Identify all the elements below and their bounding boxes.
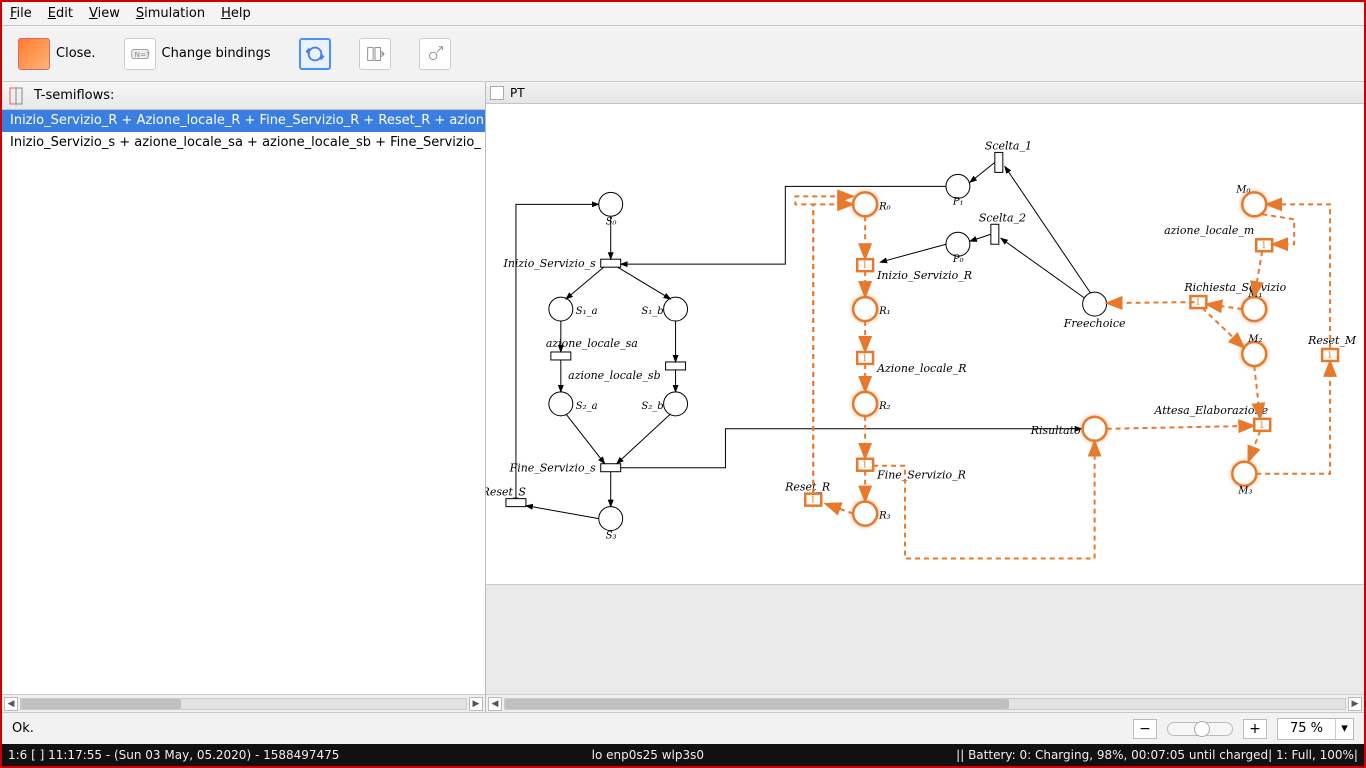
scroll-thumb[interactable] xyxy=(505,699,1009,709)
zoom-slider[interactable] xyxy=(1167,722,1233,736)
svg-text:N=?: N=? xyxy=(134,49,150,58)
svg-text:1: 1 xyxy=(810,495,815,506)
close-icon xyxy=(18,38,50,70)
status-bar: Ok. − + 75 % ▾ xyxy=(2,712,1364,744)
svg-text:M₃: M₃ xyxy=(1237,486,1252,497)
zoom-value: 75 % xyxy=(1278,721,1335,736)
scroll-track[interactable] xyxy=(20,698,467,710)
zoom-controls: − + 75 % ▾ xyxy=(1133,718,1354,740)
canvas-filler xyxy=(486,584,1364,694)
svg-text:R₀: R₀ xyxy=(878,201,891,212)
svg-text:P₀: P₀ xyxy=(952,254,964,265)
svg-text:azione_locale_m: azione_locale_m xyxy=(1164,224,1254,237)
semiflow-list[interactable]: Inizio_Servizio_R + Azione_locale_R + Fi… xyxy=(2,110,485,694)
svg-text:Inizio_Servizio_R: Inizio_Servizio_R xyxy=(876,269,972,282)
menubar: File Edit View Simulation Help xyxy=(2,2,1364,26)
toolbar: Close. N=? Change bindings xyxy=(2,26,1364,82)
left-panel-header: T-semiflows: xyxy=(2,82,485,110)
svg-text:1: 1 xyxy=(1327,350,1332,361)
svg-text:M₀: M₀ xyxy=(1235,184,1250,195)
svg-text:1: 1 xyxy=(1195,297,1200,308)
list-item[interactable]: Inizio_Servizio_R + Azione_locale_R + Fi… xyxy=(2,110,485,132)
canvas-header: PT xyxy=(486,82,1364,104)
step-button[interactable] xyxy=(353,34,397,74)
svg-text:1: 1 xyxy=(1261,240,1266,251)
svg-text:Reset_R: Reset_R xyxy=(784,481,830,494)
change-bindings-label: Change bindings xyxy=(162,46,271,61)
svg-text:S₂_a: S₂_a xyxy=(576,401,598,412)
step-icon xyxy=(359,38,391,70)
canvas-title: PT xyxy=(510,86,525,100)
petri-canvas[interactable]: S₀ Inizio_Servizio_s S₁_a S₁_b azione_lo… xyxy=(486,104,1364,584)
left-panel-title: T-semiflows: xyxy=(34,88,114,103)
svg-text:R₂: R₂ xyxy=(878,401,891,412)
svg-text:azione_locale_sb: azione_locale_sb xyxy=(568,369,660,382)
svg-text:R₃: R₃ xyxy=(878,511,891,522)
svg-text:1: 1 xyxy=(862,353,867,364)
left-h-scrollbar[interactable]: ◀ ▶ xyxy=(2,694,485,712)
svg-text:Scelta_2: Scelta_2 xyxy=(979,211,1026,224)
svg-text:Richiesta_Servizio: Richiesta_Servizio xyxy=(1183,281,1286,294)
main: T-semiflows: Inizio_Servizio_R + Azione_… xyxy=(2,82,1364,712)
tool-icon xyxy=(419,38,451,70)
doc-icon xyxy=(490,86,504,100)
taskbar-center: lo enp0s25 wlp3s0 xyxy=(592,748,704,762)
svg-text:M₂: M₂ xyxy=(1247,334,1262,345)
svg-text:1: 1 xyxy=(1259,420,1264,431)
scroll-thumb[interactable] xyxy=(21,699,181,709)
status-text: Ok. xyxy=(12,721,34,736)
svg-text:Azione_locale_R: Azione_locale_R xyxy=(876,362,966,375)
svg-text:azione_locale_sa: azione_locale_sa xyxy=(546,337,638,350)
restart-icon xyxy=(299,38,331,70)
scroll-right-icon[interactable]: ▶ xyxy=(469,697,483,711)
close-label: Close. xyxy=(56,46,96,61)
svg-text:1: 1 xyxy=(862,260,867,271)
scroll-left-icon[interactable]: ◀ xyxy=(488,697,502,711)
menu-view[interactable]: View xyxy=(81,3,128,24)
svg-text:Attesa_Elaborazione: Attesa_Elaborazione xyxy=(1153,404,1268,417)
svg-text:Scelta_1: Scelta_1 xyxy=(985,139,1032,152)
svg-text:Freechoice: Freechoice xyxy=(1063,317,1126,330)
svg-text:Reset_M: Reset_M xyxy=(1307,334,1357,347)
svg-text:S₂_b: S₂_b xyxy=(641,401,663,412)
restart-button[interactable] xyxy=(293,34,337,74)
taskbar-right: || Battery: 0: Charging, 98%, 00:07:05 u… xyxy=(956,748,1358,762)
list-item[interactable]: Inizio_Servizio_s + azione_locale_sa + a… xyxy=(2,132,485,154)
menu-edit[interactable]: Edit xyxy=(40,3,81,24)
svg-text:Fine_Servizio_R: Fine_Servizio_R xyxy=(876,469,966,482)
svg-text:Reset_S: Reset_S xyxy=(486,486,526,499)
svg-text:S₁_b: S₁_b xyxy=(641,306,663,317)
svg-text:Risultato: Risultato xyxy=(1030,424,1081,437)
canvas-h-scrollbar[interactable]: ◀ ▶ xyxy=(486,694,1364,712)
scroll-right-icon[interactable]: ▶ xyxy=(1348,697,1362,711)
close-button[interactable]: Close. xyxy=(12,34,102,74)
zoom-in-button[interactable]: + xyxy=(1243,719,1267,739)
t-semiflows-icon xyxy=(6,85,28,107)
scroll-left-icon[interactable]: ◀ xyxy=(4,697,18,711)
scroll-track[interactable] xyxy=(504,698,1346,710)
bindings-icon: N=? xyxy=(124,38,156,70)
menu-help[interactable]: Help xyxy=(213,3,259,24)
tool-icon-button[interactable] xyxy=(413,34,457,74)
zoom-knob[interactable] xyxy=(1194,721,1210,737)
zoom-combo[interactable]: 75 % ▾ xyxy=(1277,718,1354,740)
zoom-out-button[interactable]: − xyxy=(1133,719,1157,739)
canvas-wrap: S₀ Inizio_Servizio_s S₁_a S₁_b azione_lo… xyxy=(486,104,1364,712)
desktop-taskbar: 1:6 [ ] 11:17:55 - (Sun 03 May, 05.2020)… xyxy=(2,744,1364,766)
left-panel: T-semiflows: Inizio_Servizio_R + Azione_… xyxy=(2,82,486,712)
menu-file[interactable]: File xyxy=(2,3,40,24)
svg-text:1: 1 xyxy=(862,460,867,471)
change-bindings-button[interactable]: N=? Change bindings xyxy=(118,34,277,74)
svg-text:R₁: R₁ xyxy=(878,306,891,317)
menu-simulation[interactable]: Simulation xyxy=(128,3,213,24)
right-panel: PT S₀ Inizio_Servizio_s S₁_a S₁_b azione… xyxy=(486,82,1364,712)
taskbar-left: 1:6 [ ] 11:17:55 - (Sun 03 May, 05.2020)… xyxy=(8,748,339,762)
chevron-down-icon[interactable]: ▾ xyxy=(1335,719,1353,739)
svg-text:Fine_Servizio_s: Fine_Servizio_s xyxy=(509,462,596,475)
svg-text:S₃: S₃ xyxy=(606,531,617,542)
svg-text:S₁_a: S₁_a xyxy=(576,306,598,317)
svg-text:Inizio_Servizio_s: Inizio_Servizio_s xyxy=(503,257,597,270)
svg-text:P₁: P₁ xyxy=(952,196,964,207)
